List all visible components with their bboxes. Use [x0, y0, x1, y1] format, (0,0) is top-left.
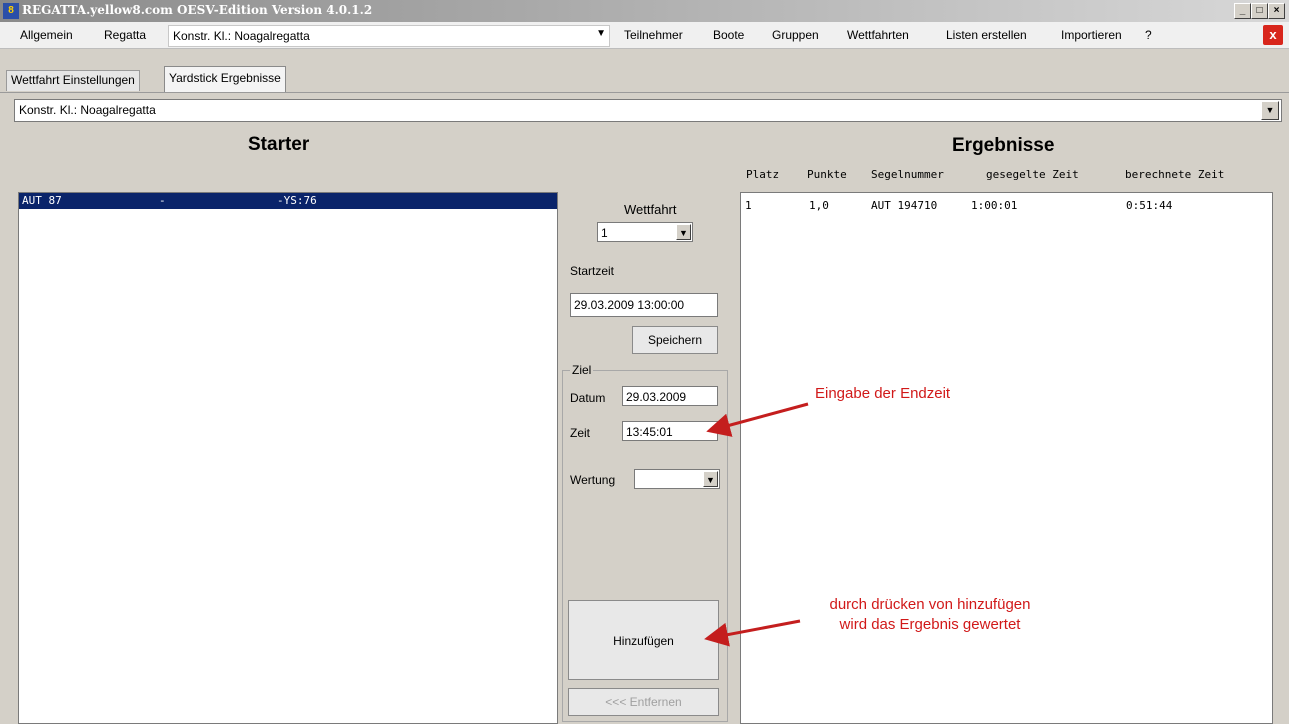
arrow-to-zeit — [706, 402, 809, 437]
arrow-to-add — [704, 619, 801, 647]
annotation-arrows — [704, 402, 809, 647]
